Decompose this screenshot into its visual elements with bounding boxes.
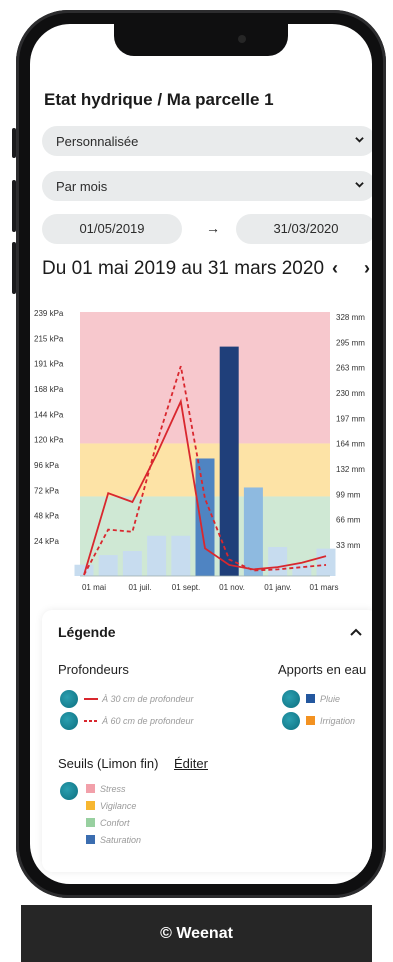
left-tick-label: 144 kPa <box>34 410 64 419</box>
x-tick-label: 01 mai <box>82 583 106 592</box>
right-tick-label: 263 mm <box>336 364 365 373</box>
previous-period-button[interactable]: ‹ <box>332 258 338 279</box>
chevron-up-icon <box>350 628 362 636</box>
rain-bar <box>171 535 191 576</box>
page-title: Etat hydrique / Ma parcelle 1 <box>44 90 274 109</box>
water-supply-title: Apports en eau <box>278 662 367 677</box>
next-period-button[interactable]: › <box>364 258 370 279</box>
vigilance-label: Vigilance <box>100 801 137 811</box>
period-label: Du 01 mai 2019 au 31 mars 2020 <box>42 258 325 279</box>
notch <box>114 24 288 56</box>
irrigation-toggle[interactable] <box>282 712 300 730</box>
thresholds-toggle[interactable] <box>60 782 78 800</box>
left-tick-label: 72 kPa <box>34 486 59 495</box>
legend-card: Légende Profondeurs Apports en eau À 30 … <box>42 610 372 872</box>
right-tick-label: 230 mm <box>336 389 365 398</box>
left-tick-label: 191 kPa <box>34 360 64 369</box>
depth-60-label: À 60 cm de profondeur <box>102 716 194 726</box>
confort-swatch <box>86 818 95 827</box>
right-tick-label: 197 mm <box>336 414 365 423</box>
saturation-swatch <box>86 835 95 844</box>
left-tick-label: 239 kPa <box>34 309 64 318</box>
irrigation-label: Irrigation <box>320 716 356 726</box>
vigilance-swatch <box>86 801 95 810</box>
left-tick-label: 48 kPa <box>34 512 59 521</box>
water-status-chart: 239 kPa 215 kPa 191 kPa 168 kPa 144 kPa 120 k… <box>34 309 365 592</box>
rain-label: Pluie <box>320 694 341 704</box>
mode-select-value: Personnalisée <box>56 134 139 149</box>
zone-stress <box>80 312 330 444</box>
depth-30-label: À 30 cm de profondeur <box>102 694 194 704</box>
irrigation-swatch <box>306 716 315 725</box>
solid-line-icon <box>84 698 98 700</box>
right-tick-label: 99 mm <box>336 490 361 499</box>
edit-thresholds-link[interactable]: Éditer <box>174 756 208 771</box>
stress-swatch <box>86 784 95 793</box>
right-tick-label: 328 mm <box>336 313 365 322</box>
rain-bar-medium <box>243 487 263 576</box>
right-tick-label: 164 mm <box>336 440 365 449</box>
right-tick-label: 66 mm <box>336 516 361 525</box>
start-date-field[interactable]: 01/05/2019 <box>42 214 182 244</box>
rain-bar <box>268 547 288 576</box>
camera-icon <box>238 35 246 43</box>
left-tick-label: 168 kPa <box>34 385 64 394</box>
volume-up-button <box>12 180 16 232</box>
thresholds-title: Seuils (Limon fin) <box>58 756 159 771</box>
right-tick-label: 295 mm <box>336 338 365 347</box>
left-tick-label: 96 kPa <box>34 461 59 470</box>
x-tick-label: 01 janv. <box>264 583 291 592</box>
stress-label: Stress <box>100 784 126 794</box>
rain-bar <box>122 551 142 576</box>
x-tick-label: 01 mars <box>310 583 339 592</box>
chevron-down-icon <box>355 137 364 143</box>
rain-toggle[interactable] <box>282 690 300 708</box>
x-tick-label: 01 sept. <box>172 583 200 592</box>
dashed-line-icon <box>84 720 98 722</box>
right-tick-label: 33 mm <box>336 541 361 550</box>
depth-30-toggle[interactable] <box>60 690 78 708</box>
x-tick-label: 01 nov. <box>219 583 245 592</box>
mode-select[interactable]: Personnalisée <box>42 126 372 156</box>
chevron-down-icon <box>355 182 364 188</box>
depths-title: Profondeurs <box>58 662 129 677</box>
left-tick-label: 215 kPa <box>34 334 64 343</box>
left-tick-label: 120 kPa <box>34 436 64 445</box>
collapse-legend-button[interactable] <box>350 624 362 640</box>
arrow-right-icon: → <box>206 220 220 236</box>
confort-label: Confort <box>100 818 130 828</box>
x-tick-label: 01 juil. <box>128 583 151 592</box>
right-tick-label: 132 mm <box>336 465 365 474</box>
end-date-field[interactable]: 31/03/2020 <box>236 214 372 244</box>
copyright-footer: © Weenat <box>21 905 372 962</box>
rain-bar <box>316 548 336 576</box>
volume-down-button <box>12 242 16 294</box>
mute-switch <box>12 128 16 158</box>
left-tick-label: 24 kPa <box>34 537 59 546</box>
depth-60-toggle[interactable] <box>60 712 78 730</box>
granularity-select[interactable]: Par mois <box>42 171 372 201</box>
rain-bar <box>292 563 312 576</box>
granularity-select-value: Par mois <box>56 179 108 194</box>
legend-title: Légende <box>58 624 116 640</box>
rain-bar <box>98 555 118 576</box>
rain-swatch <box>306 694 315 703</box>
saturation-label: Saturation <box>100 835 142 845</box>
rain-bar <box>147 535 167 576</box>
app-screen: Etat hydrique / Ma parcelle 1 Personnali… <box>30 24 372 884</box>
phone-frame: Etat hydrique / Ma parcelle 1 Personnali… <box>12 10 386 898</box>
